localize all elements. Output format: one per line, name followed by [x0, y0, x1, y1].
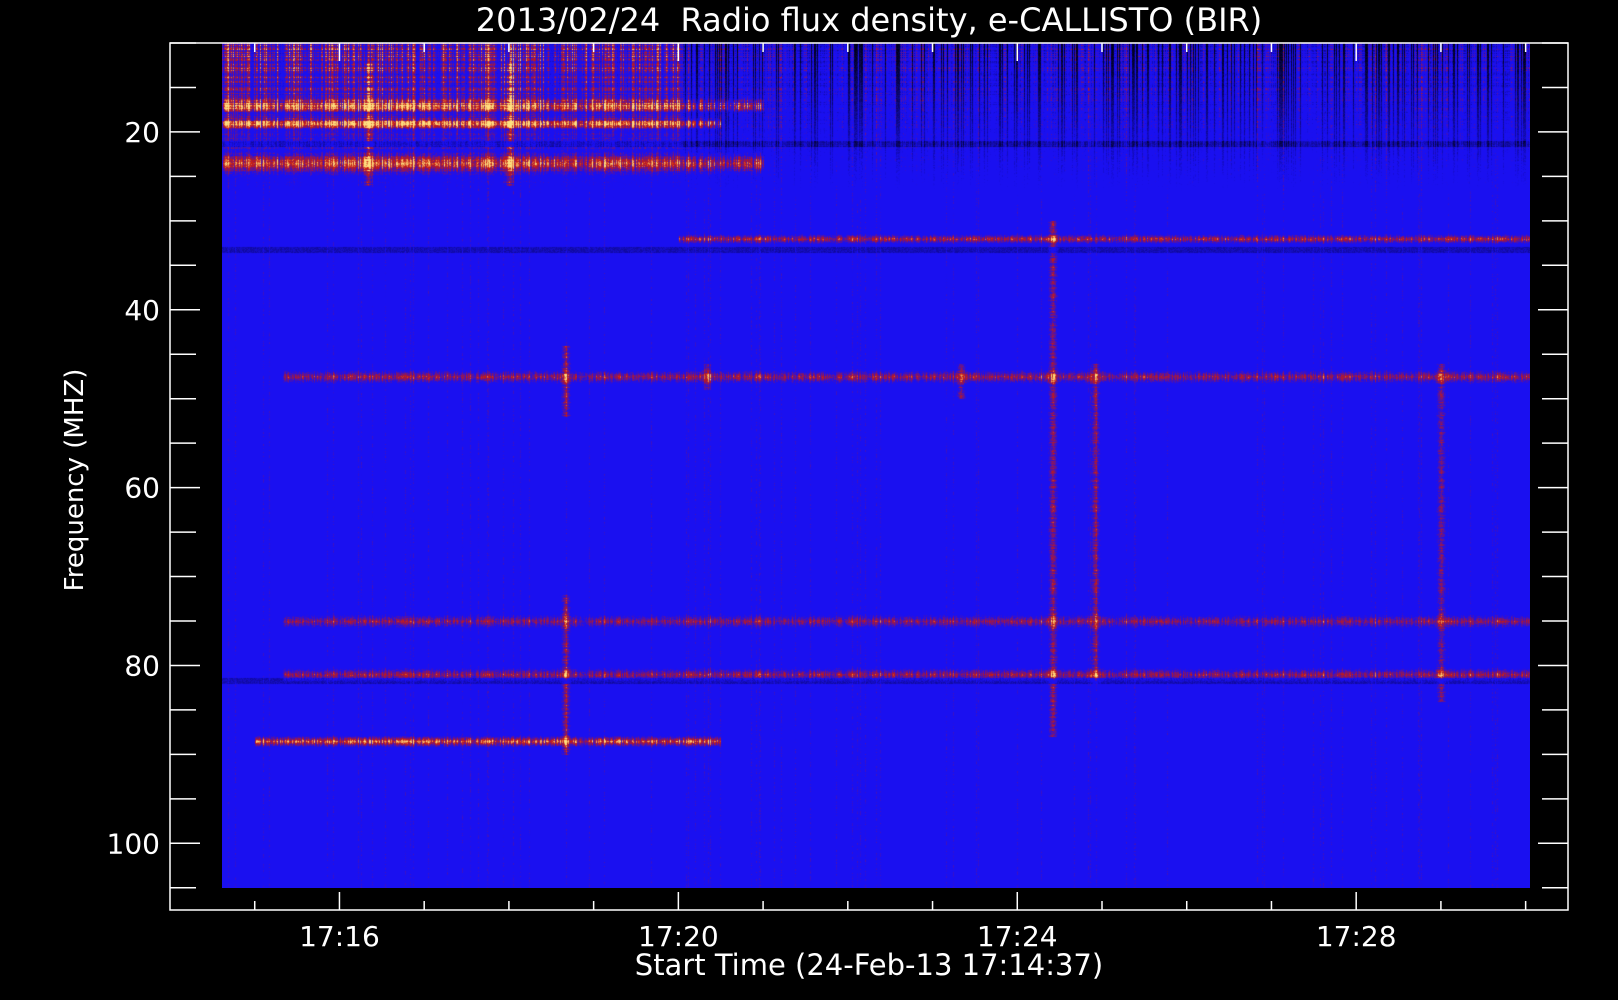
x-tick-label: 17:28: [1316, 920, 1397, 953]
x-axis-label: Start Time (24-Feb-13 17:14:37): [635, 948, 1103, 982]
y-tick-label: 80: [124, 649, 160, 682]
y-tick-label: 60: [124, 472, 160, 505]
spectrogram-chart: 17:16 17:20 17:24 17:2820406080100 2013/02/…: [0, 0, 1618, 1000]
spectrogram-heatmap: [222, 43, 1530, 888]
y-tick-label: 20: [124, 116, 160, 149]
chart-title: 2013/02/24 Radio flux density, e-CALLIST…: [476, 1, 1262, 39]
y-axis-label: Frequency (MHZ): [60, 369, 90, 592]
x-tick-label: 17:16: [299, 920, 380, 953]
y-tick-label: 100: [107, 827, 160, 860]
y-tick-label: 40: [124, 294, 160, 327]
